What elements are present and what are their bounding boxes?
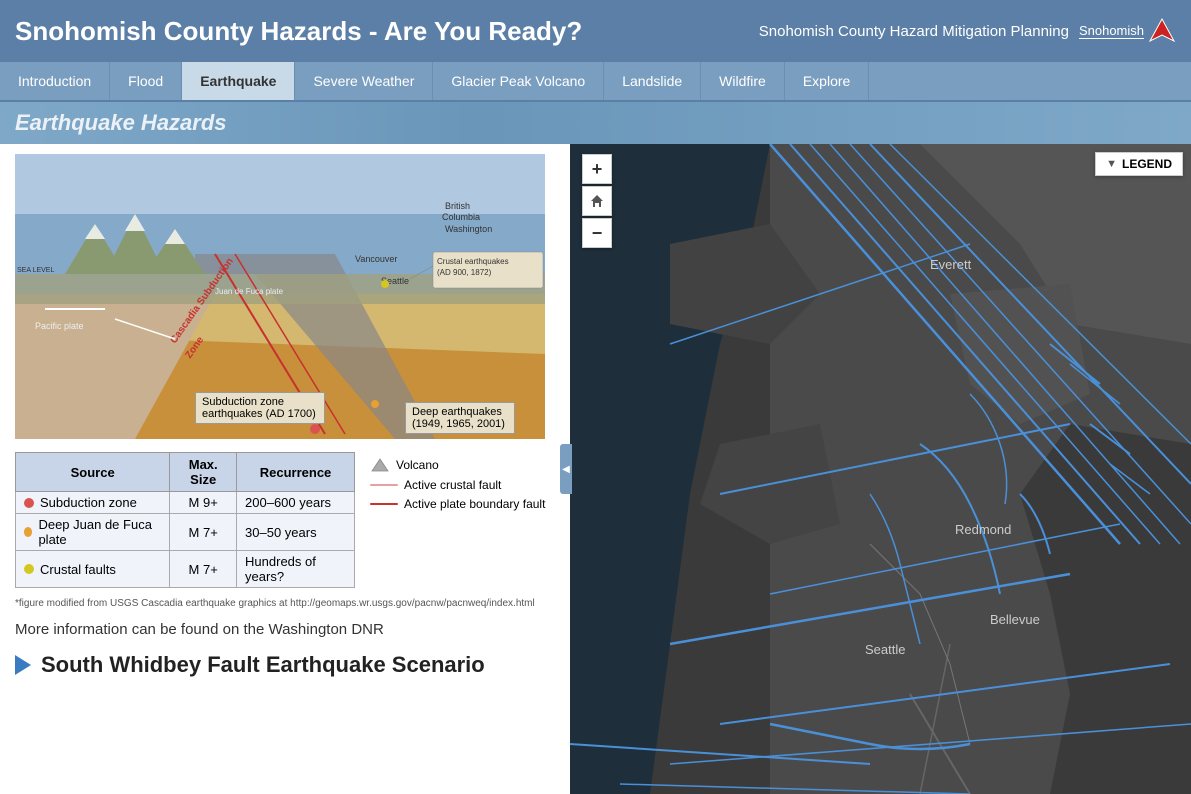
subduction-callout: Subduction zone earthquakes (AD 1700) [195,392,325,424]
map-key-legend: Volcano Active crustal fault Active plat… [370,457,545,516]
svg-text:Seattle: Seattle [865,642,905,657]
header-subtitle: Snohomish County Hazard Mitigation Plann… [759,23,1069,40]
more-info-text: More information can be found on the Was… [15,621,384,638]
svg-text:Juan de Fuca plate: Juan de Fuca plate [215,287,284,296]
table-cell-source-1: Subduction zone [16,492,170,514]
app-title: Snohomish County Hazards - Are You Ready… [15,16,582,47]
orange-dot-icon [24,527,32,537]
svg-text:Redmond: Redmond [955,522,1011,537]
south-whidbey-section: South Whidbey Fault Earthquake Scenario [15,652,555,678]
svg-text:Vancouver: Vancouver [355,254,397,264]
svg-text:SEA LEVEL: SEA LEVEL [17,267,54,274]
zoom-home-button[interactable] [582,186,612,216]
zoom-out-button[interactable]: − [582,218,612,248]
col-recurrence: Recurrence [237,453,355,492]
table-row: Deep Juan de Fuca plate M 7+ 30–50 years [16,514,355,551]
table-legend-row: Source Max. Size Recurrence Subduction z… [15,452,555,592]
map-legend-panel[interactable]: ▼ LEGEND [1095,152,1183,176]
svg-text:Bellevue: Bellevue [990,612,1040,627]
table-cell-recurrence-3: Hundreds of years? [237,551,355,588]
home-icon [589,193,605,209]
map-background: Everett Redmond Bellevue Seattle [570,144,1191,794]
map-legend-label: LEGEND [1122,157,1172,171]
app-header: Snohomish County Hazards - Are You Ready… [0,0,1191,62]
hazard-table: Source Max. Size Recurrence Subduction z… [15,452,355,588]
table-row: Crustal faults M 7+ Hundreds of years? [16,551,355,588]
snohomish-logo[interactable]: Snohomish [1079,17,1176,45]
svg-text:Crustal earthquakes: Crustal earthquakes [437,257,509,266]
svg-text:Columbia: Columbia [442,212,480,222]
red-dot-icon [24,498,34,508]
left-panel: Cascadia Subduction Zone Pacific plate J… [0,144,570,794]
legend-label-plate-fault: Active plate boundary fault [404,497,545,511]
svg-text:British: British [445,201,470,211]
tab-severe-weather[interactable]: Severe Weather [295,62,433,100]
footnote-text: *figure modified from USGS Cascadia eart… [15,598,555,609]
table-cell-recurrence-1: 200–600 years [237,492,355,514]
deep-earthquakes-callout: Deep earthquakes (1949, 1965, 2001) [405,402,515,434]
tab-landslide[interactable]: Landslide [604,62,701,100]
south-whidbey-title: South Whidbey Fault Earthquake Scenario [15,652,555,678]
nav-tabs: Introduction Flood Earthquake Severe Wea… [0,62,1191,102]
zoom-in-button[interactable]: + [582,154,612,184]
plate-boundary-fault-line-icon [370,503,398,505]
legend-label-crustal-fault: Active crustal fault [404,478,501,492]
legend-label-volcano: Volcano [396,458,439,472]
table-cell-source-3: Crustal faults [16,551,170,588]
svg-text:Washington: Washington [445,224,492,234]
tab-glacier-peak-volcano[interactable]: Glacier Peak Volcano [433,62,604,100]
crustal-fault-line-icon [370,484,398,486]
legend-item-crustal-fault: Active crustal fault [370,478,545,492]
table-row: Subduction zone M 9+ 200–600 years [16,492,355,514]
tab-wildfire[interactable]: Wildfire [701,62,785,100]
logo-arrow-icon [1148,17,1176,45]
legend-item-plate-fault: Active plate boundary fault [370,497,545,511]
tab-earthquake[interactable]: Earthquake [182,62,295,100]
south-whidbey-label: South Whidbey Fault Earthquake Scenario [41,652,485,678]
map-panel: Everett Redmond Bellevue Seattle + − ▼ L… [570,144,1191,794]
more-info-section: More information can be found on the Was… [15,621,555,638]
legend-item-volcano: Volcano [370,457,545,473]
header-right: Snohomish County Hazard Mitigation Plann… [759,17,1176,45]
legend-chevron-icon: ▼ [1106,158,1117,170]
svg-text:Pacific plate: Pacific plate [35,321,84,331]
tab-introduction[interactable]: Introduction [0,62,110,100]
svg-text:(AD 900, 1872): (AD 900, 1872) [437,268,492,277]
table-cell-source-2: Deep Juan de Fuca plate [16,514,170,551]
col-source: Source [16,453,170,492]
table-cell-recurrence-2: 30–50 years [237,514,355,551]
col-max-size: Max. Size [170,453,237,492]
table-cell-maxsize-3: M 7+ [170,551,237,588]
collapse-handle[interactable]: ◀ [560,444,572,494]
blue-triangle-icon [15,655,31,675]
table-cell-maxsize-2: M 7+ [170,514,237,551]
logo-text: Snohomish [1079,23,1144,39]
tab-flood[interactable]: Flood [110,62,182,100]
tab-explore[interactable]: Explore [785,62,869,100]
svg-text:Everett: Everett [930,257,972,272]
table-cell-maxsize-1: M 9+ [170,492,237,514]
yellow-dot-icon [24,564,34,574]
page-title: Earthquake Hazards [15,110,227,136]
volcano-legend-icon [370,457,390,473]
earthquake-diagram: Cascadia Subduction Zone Pacific plate J… [15,154,545,444]
collapse-icon: ◀ [562,464,570,475]
map-controls: + − [582,154,612,248]
page-header-bar: Earthquake Hazards [0,102,1191,144]
main-content: Cascadia Subduction Zone Pacific plate J… [0,144,1191,794]
